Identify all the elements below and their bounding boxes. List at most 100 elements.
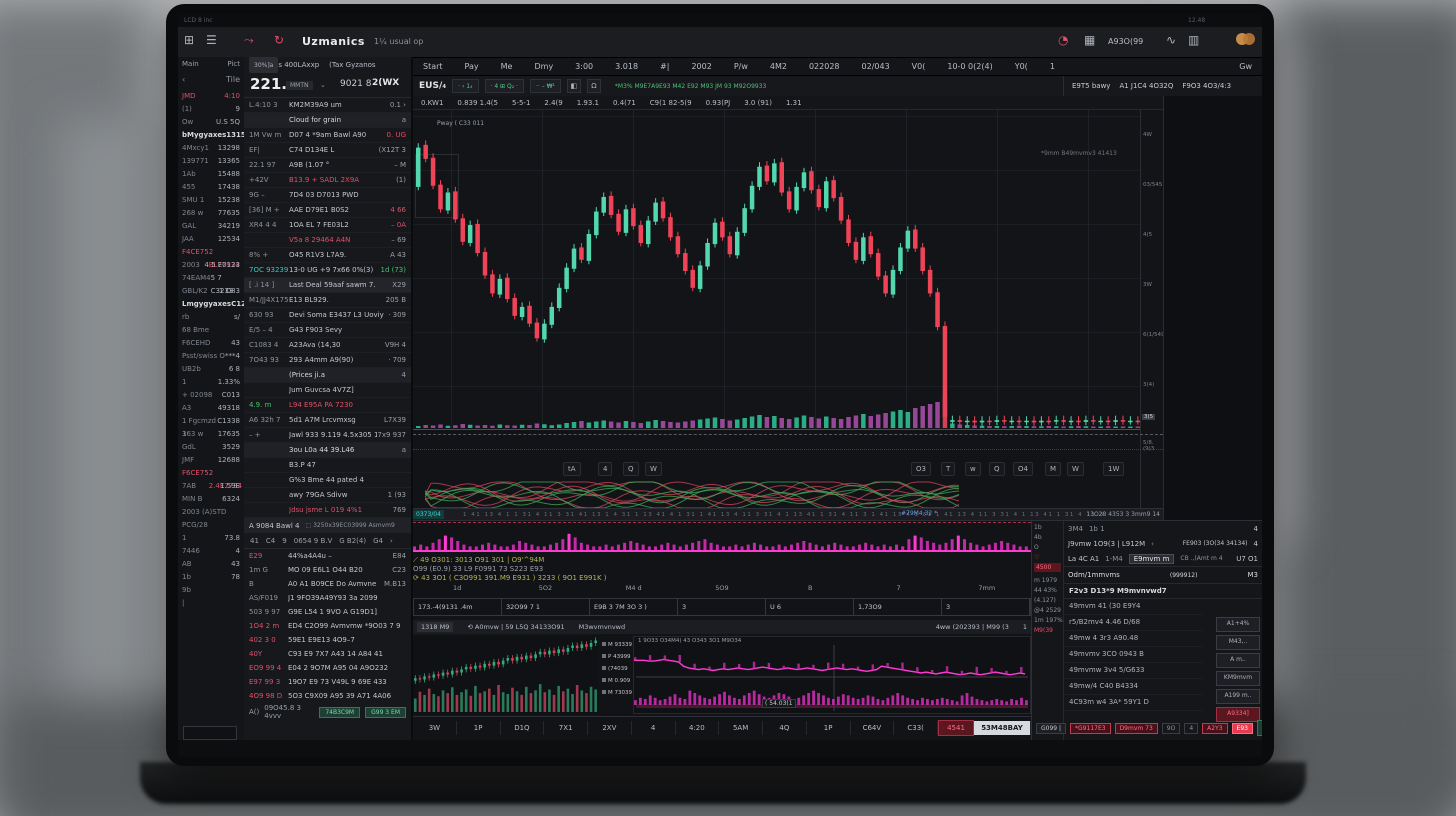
news-row[interactable]: E29 44%a4A4u – E84 xyxy=(244,549,411,563)
depth-button[interactable]: D9mvm 73 xyxy=(1115,723,1158,734)
strip-item[interactable]: 4500 xyxy=(1034,563,1061,572)
watchlist-row[interactable]: rb s/ xyxy=(178,311,244,324)
order-row[interactable]: Jum Guvcsa 4V7Z] xyxy=(244,383,411,398)
menubar-item[interactable]: #| xyxy=(660,62,669,71)
watchlist-row[interactable]: GdL 3529 xyxy=(178,441,244,454)
chart-control-chip[interactable]: M xyxy=(1045,462,1061,476)
watchlist-row[interactable]: 1 1.33% xyxy=(178,376,244,389)
chart-control-chip[interactable]: w xyxy=(965,462,981,476)
order-row[interactable]: 9G – 7D4 03 D7013 PWD xyxy=(244,188,411,203)
watchlist-row[interactable]: 1b 78 xyxy=(178,571,244,584)
indicator-button[interactable]: ◧ xyxy=(567,79,581,93)
chart-control-chip[interactable]: T xyxy=(941,462,955,476)
watchlist-row[interactable]: F6CE75 2 2.4E7734 xyxy=(178,467,244,480)
depth-button[interactable] xyxy=(1257,720,1262,736)
watchlist-row[interactable]: AB 43 xyxy=(178,558,244,571)
watchlist-row[interactable]: 68 Bme xyxy=(178,324,244,337)
news-row[interactable]: 4O9 98 D. 5O3 C9X09 A95 39 A71 4A06 xyxy=(244,689,411,703)
strip-item[interactable]: @4 2529 xyxy=(1032,604,1063,614)
order-row[interactable]: V5a 8 29464 A4N – 69 xyxy=(244,233,411,248)
buy-button[interactable]: G99 3 EM xyxy=(365,707,406,718)
news-row[interactable]: EO9 99 4 E04 2 9O7M A95 04 A9O232 xyxy=(244,661,411,675)
watchlist-row[interactable]: 268 w 77635 xyxy=(178,207,244,220)
order-row[interactable]: +42V B13.9 + SADL 2X9A (1) xyxy=(244,173,411,188)
watchlist-row[interactable]: JMF 12688 xyxy=(178,454,244,467)
price-badge[interactable]: MMTN xyxy=(286,81,313,90)
order-row[interactable]: awy 79GA Sdivw 1 (93 xyxy=(244,488,411,503)
watchlist-row[interactable]: 1 73.8 xyxy=(178,532,244,545)
watchlist-row[interactable]: 4Mxcy1 13298 xyxy=(178,142,244,155)
order-row[interactable]: [36] M + AAE D79E1 B0S2 4 66 xyxy=(244,203,411,218)
order-row[interactable]: – + Jawl 933 9.119 4.5x305 17 7x9 937 xyxy=(244,428,411,443)
orders-list-item[interactable]: r5/B2mv4 4.46 D/68 xyxy=(1063,615,1203,631)
news-row[interactable]: E97 99 3 19O7 E9 73 V49L 9 69E 433 xyxy=(244,675,411,689)
menubar-item[interactable]: 4M2 xyxy=(770,62,787,71)
watchlist-row[interactable]: UB2b 6 8 xyxy=(178,363,244,376)
watchlist-row[interactable]: (1) 9 xyxy=(178,103,244,116)
orders-col-header[interactable]: 7mm xyxy=(943,584,1031,596)
menubar-item[interactable]: 10-0 0(2(4) xyxy=(947,62,992,71)
news-row[interactable]: 1m G MO 09 E6L1 O44 B20 C23 xyxy=(244,563,411,577)
strip-item[interactable]: m 1979 xyxy=(1032,574,1063,584)
order-row[interactable]: L.4:10 3 KM2M39A9 um 0.1 › xyxy=(244,98,411,113)
menubar-item[interactable]: P/w xyxy=(734,62,748,71)
chart-control-chip[interactable]: 4 xyxy=(598,462,612,476)
menubar-item[interactable]: Dmy xyxy=(534,62,553,71)
time-axis-label[interactable]: 4Q xyxy=(763,721,807,735)
price-axis[interactable]: 4W03/5454(53W6(1/5493(4)3(55/8.(9)3 xyxy=(1140,110,1164,520)
watchlist-row[interactable]: 7446 4 xyxy=(178,545,244,558)
order-row[interactable]: (Prices ji.a 4 xyxy=(244,368,411,383)
orders-table-row[interactable]: 173.-4(9131 .4m32O99 7 1E9B 3 7M 3O 3 )3… xyxy=(413,598,1031,616)
chart-control-chip[interactable]: 1W xyxy=(1103,462,1124,476)
alert-icon[interactable]: ◔ xyxy=(1058,33,1068,47)
order-row[interactable]: [ .i 14 ] Last Deal 59aaf sawm 7. X29 xyxy=(244,278,411,293)
order-row[interactable]: 8% + O45 R1V3 L7A9. A 43 xyxy=(244,248,411,263)
watchlist-row[interactable]: + 02098 C013 xyxy=(178,389,244,402)
watchlist-row[interactable]: Lmgygyaxes C1258 xyxy=(178,298,244,311)
news-row[interactable]: AS/F019 J1 9FO39A49Y93 3a 2099 xyxy=(244,591,411,605)
menubar-item[interactable]: Me xyxy=(501,62,513,71)
chart-control-chip[interactable]: Q xyxy=(989,462,1005,476)
symbol-label[interactable]: EUS/₄ xyxy=(419,81,446,91)
order-row[interactable]: Cloud for grain a xyxy=(244,113,411,128)
watchlist-row[interactable]: | xyxy=(178,597,244,610)
watchlist-row[interactable]: 1 Fgcmzd 1 C1338 xyxy=(178,415,244,428)
strip-item[interactable]: 44 43% xyxy=(1032,584,1063,594)
menubar-item[interactable]: 3.018 xyxy=(615,62,638,71)
watchlist-row[interactable]: 455 17438 xyxy=(178,181,244,194)
order-row[interactable]: G%3 Bme 44 pated 4 xyxy=(244,473,411,488)
depth-button[interactable]: E93 xyxy=(1232,723,1253,734)
order-tab-2[interactable]: (Tax Gyzanos xyxy=(329,61,375,69)
watchlist-row[interactable]: 363 w 17635 xyxy=(178,428,244,441)
order-row[interactable]: E/5 – 4 G43 F903 Sevy xyxy=(244,323,411,338)
orders-col-header[interactable]: 5O2 xyxy=(501,584,589,596)
main-chart[interactable]: Pway ( C33 011 *9mm B49mvmv3 41413 xyxy=(413,110,1140,430)
news-row[interactable]: 1O4 2 m ED4 C2O99 Avmvmw *9O03 7 91 xyxy=(244,619,411,633)
order-footer-chip[interactable]: 30%]a xyxy=(249,57,278,73)
time-axis-label[interactable]: 5AM xyxy=(719,721,763,735)
right-tab-1[interactable]: E9T5 bawy xyxy=(1072,82,1110,90)
watchlist-row[interactable]: GAL 34219 xyxy=(178,220,244,233)
orders-col-header[interactable]: 5O9 xyxy=(678,584,766,596)
menubar-item[interactable]: Start xyxy=(423,62,443,71)
watchlist-back-row[interactable]: ‹ Tile xyxy=(178,71,244,90)
timeframe-pill-3[interactable]: ·· – ₩¹ xyxy=(530,79,561,93)
order-row[interactable]: 1M Vw m D07 4 *9am Bawl A90 0. UG xyxy=(244,128,411,143)
watchlist-row[interactable]: 139771 13365 xyxy=(178,155,244,168)
share-icon[interactable]: ⤳ xyxy=(244,33,254,48)
list-menu-icon[interactable]: ☰ xyxy=(206,33,217,47)
order-tool-icon[interactable]: 0654 9 B.V xyxy=(294,537,333,545)
news-row[interactable]: 40Y C93 E9 7X7 A43 14 A84 41 xyxy=(244,647,411,661)
chart-control-chip[interactable]: O4 xyxy=(1013,462,1033,476)
orders-list-item[interactable]: 49mw/4 C40 B4334 xyxy=(1063,679,1203,695)
time-axis-label[interactable]: 4 xyxy=(632,721,676,735)
watchlist-row[interactable]: F4CE75 2 BL77934 xyxy=(178,246,244,259)
time-axis-label[interactable]: 2XV xyxy=(588,721,632,735)
side-button[interactable]: A1+4% xyxy=(1216,617,1260,632)
order-row[interactable]: C1083 4 A23Ava (14,30 V9H 4 xyxy=(244,338,411,353)
watchlist-filter-input[interactable] xyxy=(183,726,237,740)
time-axis-label[interactable]: 1P xyxy=(807,721,851,735)
order-row[interactable]: 3ou L0a 44 39.L46 a xyxy=(244,443,411,458)
time-axis-label[interactable]: C64V xyxy=(851,721,895,735)
order-tool-icon[interactable]: 9 xyxy=(282,537,286,545)
